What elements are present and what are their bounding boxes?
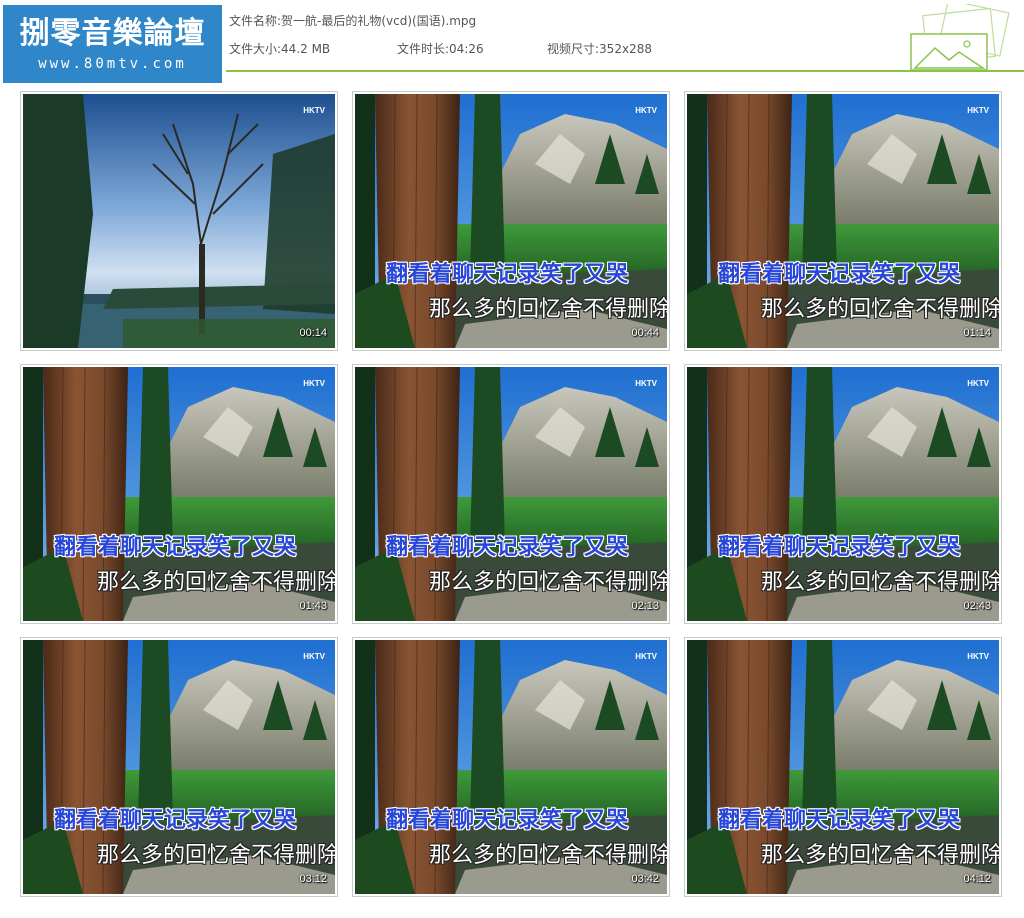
video-frame: HKTV 翻看着聊天记录笑了又哭 那么多的回忆舍不得删除 04:12	[687, 640, 999, 894]
thumbnail[interactable]: HKTV 翻看着聊天记录笑了又哭 那么多的回忆舍不得删除 02:43	[684, 364, 1002, 624]
channel-watermark: HKTV	[967, 379, 989, 388]
file-name-value: 贺一航-最后的礼物(vcd)(国语).mpg	[281, 14, 477, 28]
channel-watermark: HKTV	[303, 652, 325, 661]
timestamp-label: 03:12	[299, 873, 327, 885]
video-frame: HKTV 翻看着聊天记录笑了又哭 那么多的回忆舍不得删除 02:13	[355, 367, 667, 621]
thumbnail[interactable]: HKTV 00:14	[20, 91, 338, 351]
timestamp-label: 01:14	[963, 327, 991, 339]
timestamp-label: 00:14	[299, 327, 327, 339]
channel-watermark: HKTV	[967, 652, 989, 661]
lyric-line-2: 那么多的回忆舍不得删除	[761, 297, 999, 322]
thumbnail[interactable]: HKTV 翻看着聊天记录笑了又哭 那么多的回忆舍不得删除 02:13	[352, 364, 670, 624]
file-size-label: 文件大小:	[229, 42, 282, 56]
lyric-line-2: 那么多的回忆舍不得删除	[429, 843, 667, 868]
timestamp-label: 01:43	[299, 600, 327, 612]
file-duration-row: 文件时长:04:26	[397, 41, 484, 57]
thumbnail-grid: HKTV 00:14 HKTV 翻看着聊天记录笑了又哭 那么多的回忆舍不得删除 …	[20, 91, 1005, 901]
timestamp-label: 02:13	[631, 600, 659, 612]
video-frame: HKTV 翻看着聊天记录笑了又哭 那么多的回忆舍不得删除 02:43	[687, 367, 999, 621]
lyric-line-1: 翻看着聊天记录笑了又哭	[54, 535, 297, 560]
page-header: 捌零音樂論壇 www.80mtv.com 文件名称:贺一航-最后的礼物(vcd)…	[0, 0, 1024, 84]
video-resolution-value: 352x288	[599, 42, 652, 56]
lyric-line-2: 那么多的回忆舍不得删除	[97, 843, 335, 868]
thumbnail[interactable]: HKTV 翻看着聊天记录笑了又哭 那么多的回忆舍不得删除 01:14	[684, 91, 1002, 351]
timestamp-label: 04:12	[963, 873, 991, 885]
file-duration-label: 文件时长:	[397, 42, 450, 56]
thumbnail[interactable]: HKTV 翻看着聊天记录笑了又哭 那么多的回忆舍不得删除 03:12	[20, 637, 338, 897]
thumbnail[interactable]: HKTV 翻看着聊天记录笑了又哭 那么多的回忆舍不得删除 01:43	[20, 364, 338, 624]
lyric-line-1: 翻看着聊天记录笑了又哭	[386, 535, 629, 560]
thumbnail[interactable]: HKTV 翻看着聊天记录笑了又哭 那么多的回忆舍不得删除 04:12	[684, 637, 1002, 897]
file-duration-value: 04:26	[449, 42, 484, 56]
video-frame: HKTV 00:14	[23, 94, 335, 348]
lyric-line-1: 翻看着聊天记录笑了又哭	[718, 262, 961, 287]
lyric-line-2: 那么多的回忆舍不得删除	[97, 570, 335, 595]
file-name-label: 文件名称:	[229, 14, 282, 28]
site-logo[interactable]: 捌零音樂論壇 www.80mtv.com	[3, 5, 222, 83]
logo-title: 捌零音樂論壇	[19, 16, 206, 51]
video-frame: HKTV 翻看着聊天记录笑了又哭 那么多的回忆舍不得删除 00:44	[355, 94, 667, 348]
video-resolution-row: 视频尺寸:352x288	[547, 41, 652, 57]
channel-watermark: HKTV	[967, 106, 989, 115]
file-name-row: 文件名称:贺一航-最后的礼物(vcd)(国语).mpg	[229, 13, 476, 29]
timestamp-label: 03:42	[631, 873, 659, 885]
video-frame: HKTV 翻看着聊天记录笑了又哭 那么多的回忆舍不得删除 01:14	[687, 94, 999, 348]
channel-watermark: HKTV	[303, 379, 325, 388]
logo-url: www.80mtv.com	[38, 56, 187, 72]
file-size-value: 44.2 MB	[281, 42, 331, 56]
lyric-line-2: 那么多的回忆舍不得删除	[761, 843, 999, 868]
lyric-line-2: 那么多的回忆舍不得删除	[429, 297, 667, 322]
video-frame: HKTV 翻看着聊天记录笑了又哭 那么多的回忆舍不得删除 03:42	[355, 640, 667, 894]
lyric-line-2: 那么多的回忆舍不得删除	[761, 570, 999, 595]
video-frame: HKTV 翻看着聊天记录笑了又哭 那么多的回忆舍不得删除 01:43	[23, 367, 335, 621]
lyric-line-1: 翻看着聊天记录笑了又哭	[386, 262, 629, 287]
lyric-line-1: 翻看着聊天记录笑了又哭	[386, 808, 629, 833]
photo-stack-icon	[910, 4, 1010, 71]
timestamp-label: 00:44	[631, 327, 659, 339]
lyric-line-1: 翻看着聊天记录笑了又哭	[54, 808, 297, 833]
lyric-line-2: 那么多的回忆舍不得删除	[429, 570, 667, 595]
channel-watermark: HKTV	[635, 652, 657, 661]
thumbnail[interactable]: HKTV 翻看着聊天记录笑了又哭 那么多的回忆舍不得删除 00:44	[352, 91, 670, 351]
thumbnail[interactable]: HKTV 翻看着聊天记录笑了又哭 那么多的回忆舍不得删除 03:42	[352, 637, 670, 897]
lyric-line-1: 翻看着聊天记录笑了又哭	[718, 808, 961, 833]
timestamp-label: 02:43	[963, 600, 991, 612]
channel-watermark: HKTV	[635, 106, 657, 115]
channel-watermark: HKTV	[635, 379, 657, 388]
file-size-row: 文件大小:44.2 MB	[229, 41, 330, 57]
channel-watermark: HKTV	[303, 106, 325, 115]
video-resolution-label: 视频尺寸:	[547, 42, 600, 56]
video-frame: HKTV 翻看着聊天记录笑了又哭 那么多的回忆舍不得删除 03:12	[23, 640, 335, 894]
scene-tree-lake-image	[23, 94, 335, 348]
lyric-line-1: 翻看着聊天记录笑了又哭	[718, 535, 961, 560]
